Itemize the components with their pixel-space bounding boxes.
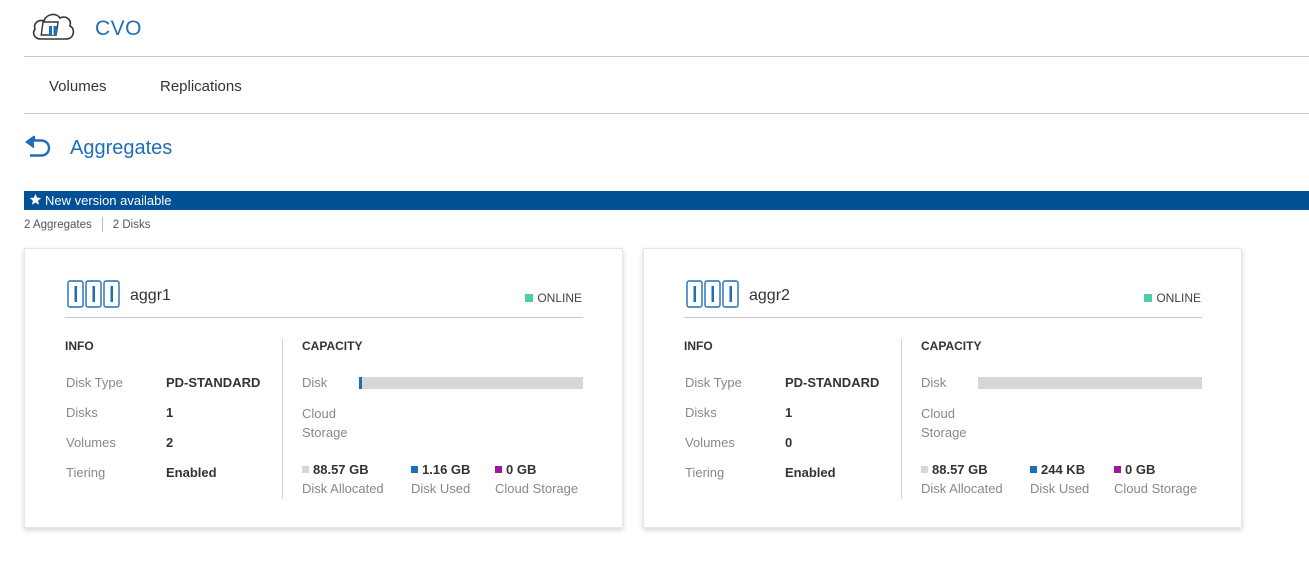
back-arrow-icon[interactable] [24,134,52,160]
legend-cloud-storage: 0 GB Cloud Storage [495,462,578,496]
aggregate-name[interactable]: aggr1 [130,287,171,305]
tab-volumes[interactable]: Volumes [49,78,107,95]
cloud-storage-label: Cloud Storage [302,404,348,442]
disk-used-value: 1.16 GB [422,462,471,477]
disk-allocated-label: Disk Allocated [302,481,384,496]
disks-value: 1 [166,405,174,420]
legend-disk-allocated: 88.57 GB Disk Allocated [921,462,1003,496]
tab-replications[interactable]: Replications [160,78,242,95]
volumes-label: Volumes [66,435,116,450]
disk-type-label: Disk Type [685,375,742,390]
aggregate-disks-icon [686,280,739,308]
legend-disk-used: 1.16 GB Disk Used [411,462,470,496]
disk-capacity-bar [359,377,583,389]
cloud-storage-label: Cloud Storage [921,404,967,442]
new-version-banner[interactable]: New version available [24,191,1309,210]
disk-allocated-label: Disk Allocated [921,481,1003,496]
disk-used-fill [359,377,362,389]
legend-disk-allocated: 88.57 GB Disk Allocated [302,462,384,496]
nav-tabs: Volumes Replications [24,57,1309,114]
disk-type-label: Disk Type [66,375,123,390]
info-section-title: INFO [684,339,713,353]
disk-allocated-swatch [921,466,928,473]
status-badge: ONLINE [1144,291,1201,305]
capacity-section-title: CAPACITY [302,339,363,353]
cloud-storage-swatch [495,466,502,473]
volumes-value: 0 [785,435,793,450]
app-title: CVO [95,17,143,40]
disk-type-value: PD-STANDARD [785,375,880,390]
aggregate-disks-icon [67,280,120,308]
disks-label: Disks [685,405,717,420]
disk-used-label: Disk Used [411,481,471,496]
disk-allocated-value: 88.57 GB [932,462,988,477]
cloud-storage-legend-label: Cloud Storage [495,481,579,496]
status-badge: ONLINE [525,291,582,305]
section-divider [282,339,283,499]
tiering-value: Enabled [166,465,217,480]
disk-capacity-bar [978,377,1202,389]
cloud-storage-label-line2: Storage [302,425,348,440]
disk-capacity-label: Disk [302,375,328,390]
legend-cloud-storage: 0 GB Cloud Storage [1114,462,1197,496]
disk-used-label: Disk Used [1030,481,1090,496]
status-text: ONLINE [537,291,582,305]
volumes-value: 2 [166,435,174,450]
aggregate-name[interactable]: aggr2 [749,287,790,305]
cloud-storage-label-line1: Cloud [921,406,955,421]
disk-allocated-swatch [302,466,309,473]
cloud-storage-value: 0 GB [1125,462,1156,477]
disk-used-swatch [1030,466,1037,473]
tiering-label: Tiering [66,465,106,480]
volumes-label: Volumes [685,435,735,450]
section-divider [901,339,902,499]
tiering-label: Tiering [685,465,725,480]
cloud-storage-label-line1: Cloud [302,406,336,421]
banner-text: New version available [45,193,172,208]
aggregate-count: 2 Aggregates [24,218,92,231]
page-title: Aggregates [70,137,173,159]
info-section-title: INFO [65,339,94,353]
online-status-dot [525,294,534,302]
disk-allocated-value: 88.57 GB [313,462,369,477]
app-header: CVO [24,0,1309,57]
legend-disk-used: 244 KB Disk Used [1030,462,1089,496]
summary-separator [101,217,103,232]
cloud-storage-label-line2: Storage [921,425,967,440]
aggregate-card[interactable]: aggr1 ONLINE INFO CAPACITY Disk Type PD-… [24,248,623,528]
disks-value: 1 [785,405,793,420]
disk-used-value: 244 KB [1041,462,1086,477]
status-text: ONLINE [1156,291,1201,305]
star-icon [29,193,42,205]
online-status-dot [1144,294,1153,302]
cloud-storage-icon [32,13,75,40]
disk-count: 2 Disks [112,218,151,231]
tiering-value: Enabled [785,465,836,480]
card-divider [684,317,1202,318]
cloud-storage-legend-label: Cloud Storage [1114,481,1198,496]
cloud-storage-swatch [1114,466,1121,473]
aggregate-card[interactable]: aggr2 ONLINE INFO CAPACITY Disk Type PD-… [643,248,1242,528]
card-divider [65,317,583,318]
disk-type-value: PD-STANDARD [166,375,261,390]
disk-capacity-label: Disk [921,375,947,390]
disk-used-swatch [411,466,418,473]
capacity-section-title: CAPACITY [921,339,982,353]
aggregate-summary: 2 Aggregates 2 Disks [24,217,150,232]
app-root: CVO Volumes Replications Aggregates New … [0,0,1309,568]
cloud-storage-value: 0 GB [506,462,537,477]
disks-label: Disks [66,405,98,420]
